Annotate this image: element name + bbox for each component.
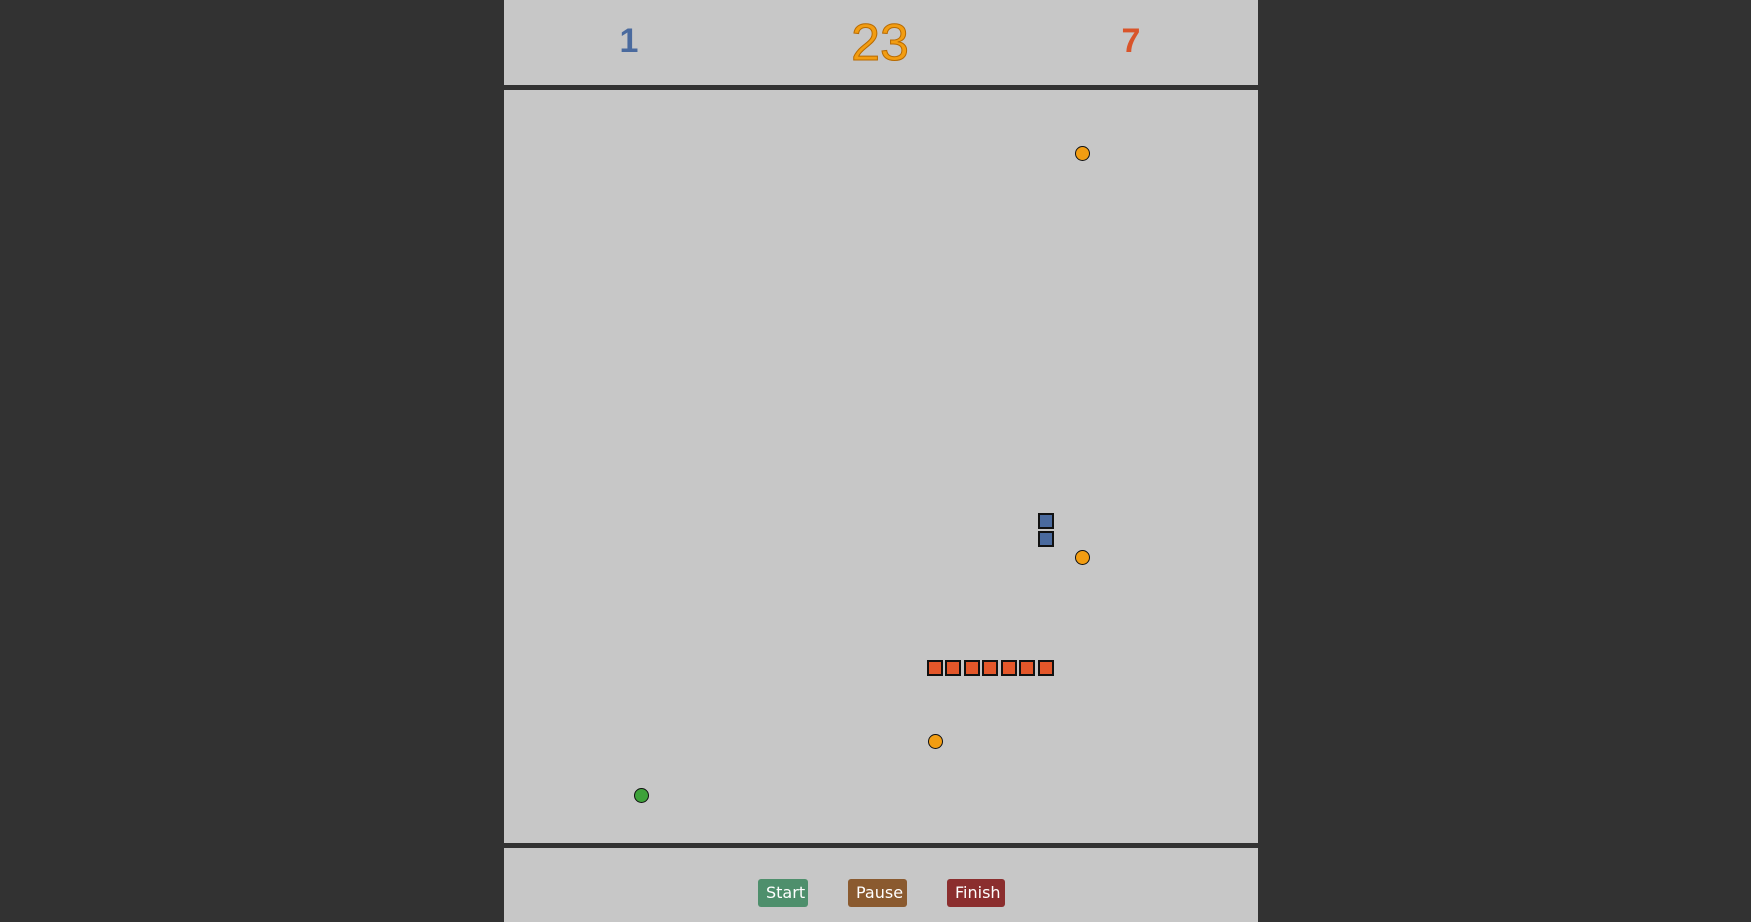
- blue-snake-segment: [1038, 513, 1054, 529]
- pause-button[interactable]: Pause: [848, 879, 907, 907]
- blue-snake-segment: [1038, 531, 1054, 547]
- center-score: 23: [851, 14, 910, 73]
- finish-button[interactable]: Finish: [947, 879, 1005, 907]
- start-button[interactable]: Start: [758, 879, 808, 907]
- orange-food-icon: [928, 734, 943, 749]
- green-food-icon: [634, 788, 649, 803]
- orange-food-icon: [1075, 550, 1090, 565]
- orange-food-icon: [1075, 146, 1090, 161]
- game-window: 1 23 7 Start Pause Finish: [504, 0, 1258, 922]
- red-snake-segment: [1019, 660, 1035, 676]
- red-snake-segment: [1001, 660, 1017, 676]
- red-snake-segment: [964, 660, 980, 676]
- scoreboard: 1 23 7: [504, 0, 1258, 85]
- red-snake-segment: [982, 660, 998, 676]
- blue-player-score: 1: [619, 22, 639, 60]
- red-player-score: 7: [1121, 22, 1141, 60]
- game-board: [504, 90, 1258, 843]
- red-snake-segment: [1038, 660, 1054, 676]
- red-snake-segment: [927, 660, 943, 676]
- red-snake-segment: [945, 660, 961, 676]
- controls-bar: Start Pause Finish: [504, 848, 1258, 922]
